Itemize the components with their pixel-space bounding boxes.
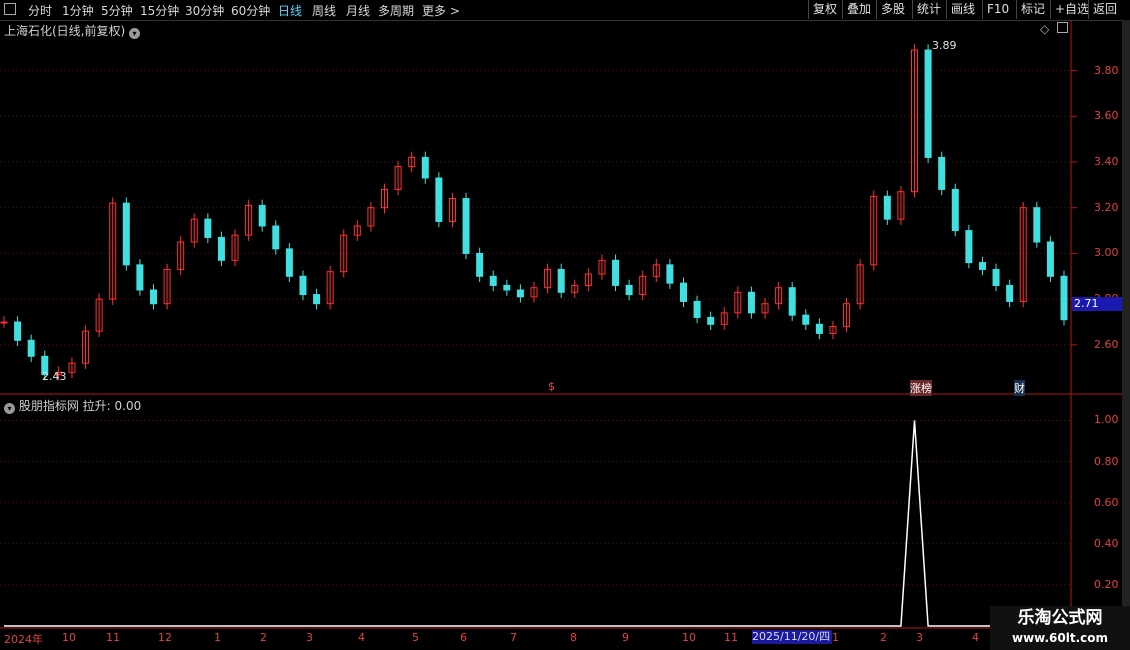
x-tick-label: 8 xyxy=(570,631,577,644)
price-chart-svg xyxy=(0,20,1122,629)
x-tick-label: 3 xyxy=(306,631,313,644)
candle-body xyxy=(27,339,35,357)
x-tick-label: 5 xyxy=(412,631,419,644)
candle-body xyxy=(1006,284,1014,302)
x-tick-label: 7 xyxy=(510,631,517,644)
candle-body xyxy=(217,236,225,261)
indicator-value: 拉升: 0.00 xyxy=(82,399,142,413)
candle-body xyxy=(815,323,823,334)
candle-body xyxy=(707,316,715,325)
watermark-url: www.60lt.com xyxy=(1011,631,1109,645)
candle-body xyxy=(965,230,973,264)
x-tick-label: 10 xyxy=(62,631,76,644)
price-tick-label: 3.80 xyxy=(1094,63,1119,77)
x-tick-label: 3 xyxy=(916,631,923,644)
candle-body xyxy=(924,49,932,158)
candle-body xyxy=(883,195,891,220)
watermark: 乐淘公式网 www.60lt.com xyxy=(990,606,1130,650)
candle-body xyxy=(1060,275,1068,321)
candle-body xyxy=(476,252,484,277)
x-tick-label: 1 xyxy=(832,631,839,644)
watermark-title: 乐淘公式网 xyxy=(1017,608,1103,628)
indicator-tick-label: 0.20 xyxy=(1094,577,1119,591)
candle-body xyxy=(992,268,1000,286)
candle-body xyxy=(978,262,986,270)
x-tick-label: 11 xyxy=(106,631,120,644)
candle-body xyxy=(693,300,701,318)
candle-body xyxy=(285,248,293,277)
candle-body xyxy=(272,225,280,250)
candle-body xyxy=(299,275,307,296)
current-price-tag: 2.71 xyxy=(1072,297,1124,311)
candle-body xyxy=(802,314,810,325)
price-tick-label: 3.40 xyxy=(1094,155,1119,168)
candle-body xyxy=(136,264,144,291)
x-tick-label: 9 xyxy=(622,631,629,644)
candle-body xyxy=(516,289,524,298)
indicator-tick-label: 0.80 xyxy=(1094,454,1119,468)
candle-body xyxy=(612,259,620,286)
candle-body xyxy=(258,204,266,227)
candle-body xyxy=(435,177,443,222)
candle-body xyxy=(421,156,429,179)
indicator-tick-label: 1.00 xyxy=(1094,413,1119,427)
candle-body xyxy=(747,291,755,314)
price-tick-label: 3.60 xyxy=(1094,109,1119,123)
finance-badge[interactable]: 财 xyxy=(1014,380,1025,396)
x-tick-label: 6 xyxy=(460,631,467,644)
candle-body xyxy=(1033,207,1041,243)
candle-body xyxy=(557,268,565,293)
x-tick-label: 12 xyxy=(158,631,172,644)
candle-body xyxy=(625,284,633,296)
candle-body xyxy=(788,287,796,316)
x-tick-label: 4 xyxy=(358,631,365,644)
indicator-title: 股朋指标网 xyxy=(18,399,79,413)
candle-body xyxy=(679,282,687,302)
x-tick-label: 11 xyxy=(724,631,738,644)
candle-body xyxy=(503,284,511,291)
right-info-strip xyxy=(1122,20,1130,630)
candle-body xyxy=(462,198,470,254)
indicator-panel-header: ▾ 股朋指标网 拉升: 0.00 xyxy=(4,397,141,414)
indicator-tick-label: 0.40 xyxy=(1094,536,1119,550)
price-tick-label: 3.20 xyxy=(1094,200,1119,214)
x-tick-label: 10 xyxy=(682,631,696,644)
x-tick-label: 2 xyxy=(880,631,887,644)
low-price-label: 2.43 xyxy=(42,370,67,383)
candle-body xyxy=(0,321,8,324)
x-tick-label: 1 xyxy=(214,631,221,644)
indicator-line xyxy=(4,420,1064,627)
candle-body xyxy=(313,294,321,305)
limit-up-badge[interactable]: 涨榜 xyxy=(910,380,932,396)
candle-body xyxy=(1046,241,1054,277)
indicator-tick-label: 0.60 xyxy=(1094,495,1119,509)
candle-body xyxy=(122,202,130,266)
dividend-badge[interactable]: $ xyxy=(548,380,555,393)
chevron-down-icon[interactable]: ▾ xyxy=(4,403,15,414)
x-tick-label: 2024年 xyxy=(4,633,43,646)
candle-body xyxy=(951,188,959,232)
candle-body xyxy=(14,321,22,341)
date-cursor-label: 2025/11/20/四 xyxy=(752,630,832,644)
price-tick-label: 3.00 xyxy=(1094,246,1119,260)
candle-body xyxy=(204,218,212,238)
price-tick-label: 2.60 xyxy=(1094,337,1119,351)
candle-body xyxy=(149,289,157,305)
candle-body xyxy=(938,156,946,190)
x-tick-label: 4 xyxy=(972,631,979,644)
candle-body xyxy=(489,275,497,286)
candle-body xyxy=(666,264,674,284)
x-tick-label: 2 xyxy=(260,631,267,644)
high-price-label: 3.89 xyxy=(932,39,957,52)
